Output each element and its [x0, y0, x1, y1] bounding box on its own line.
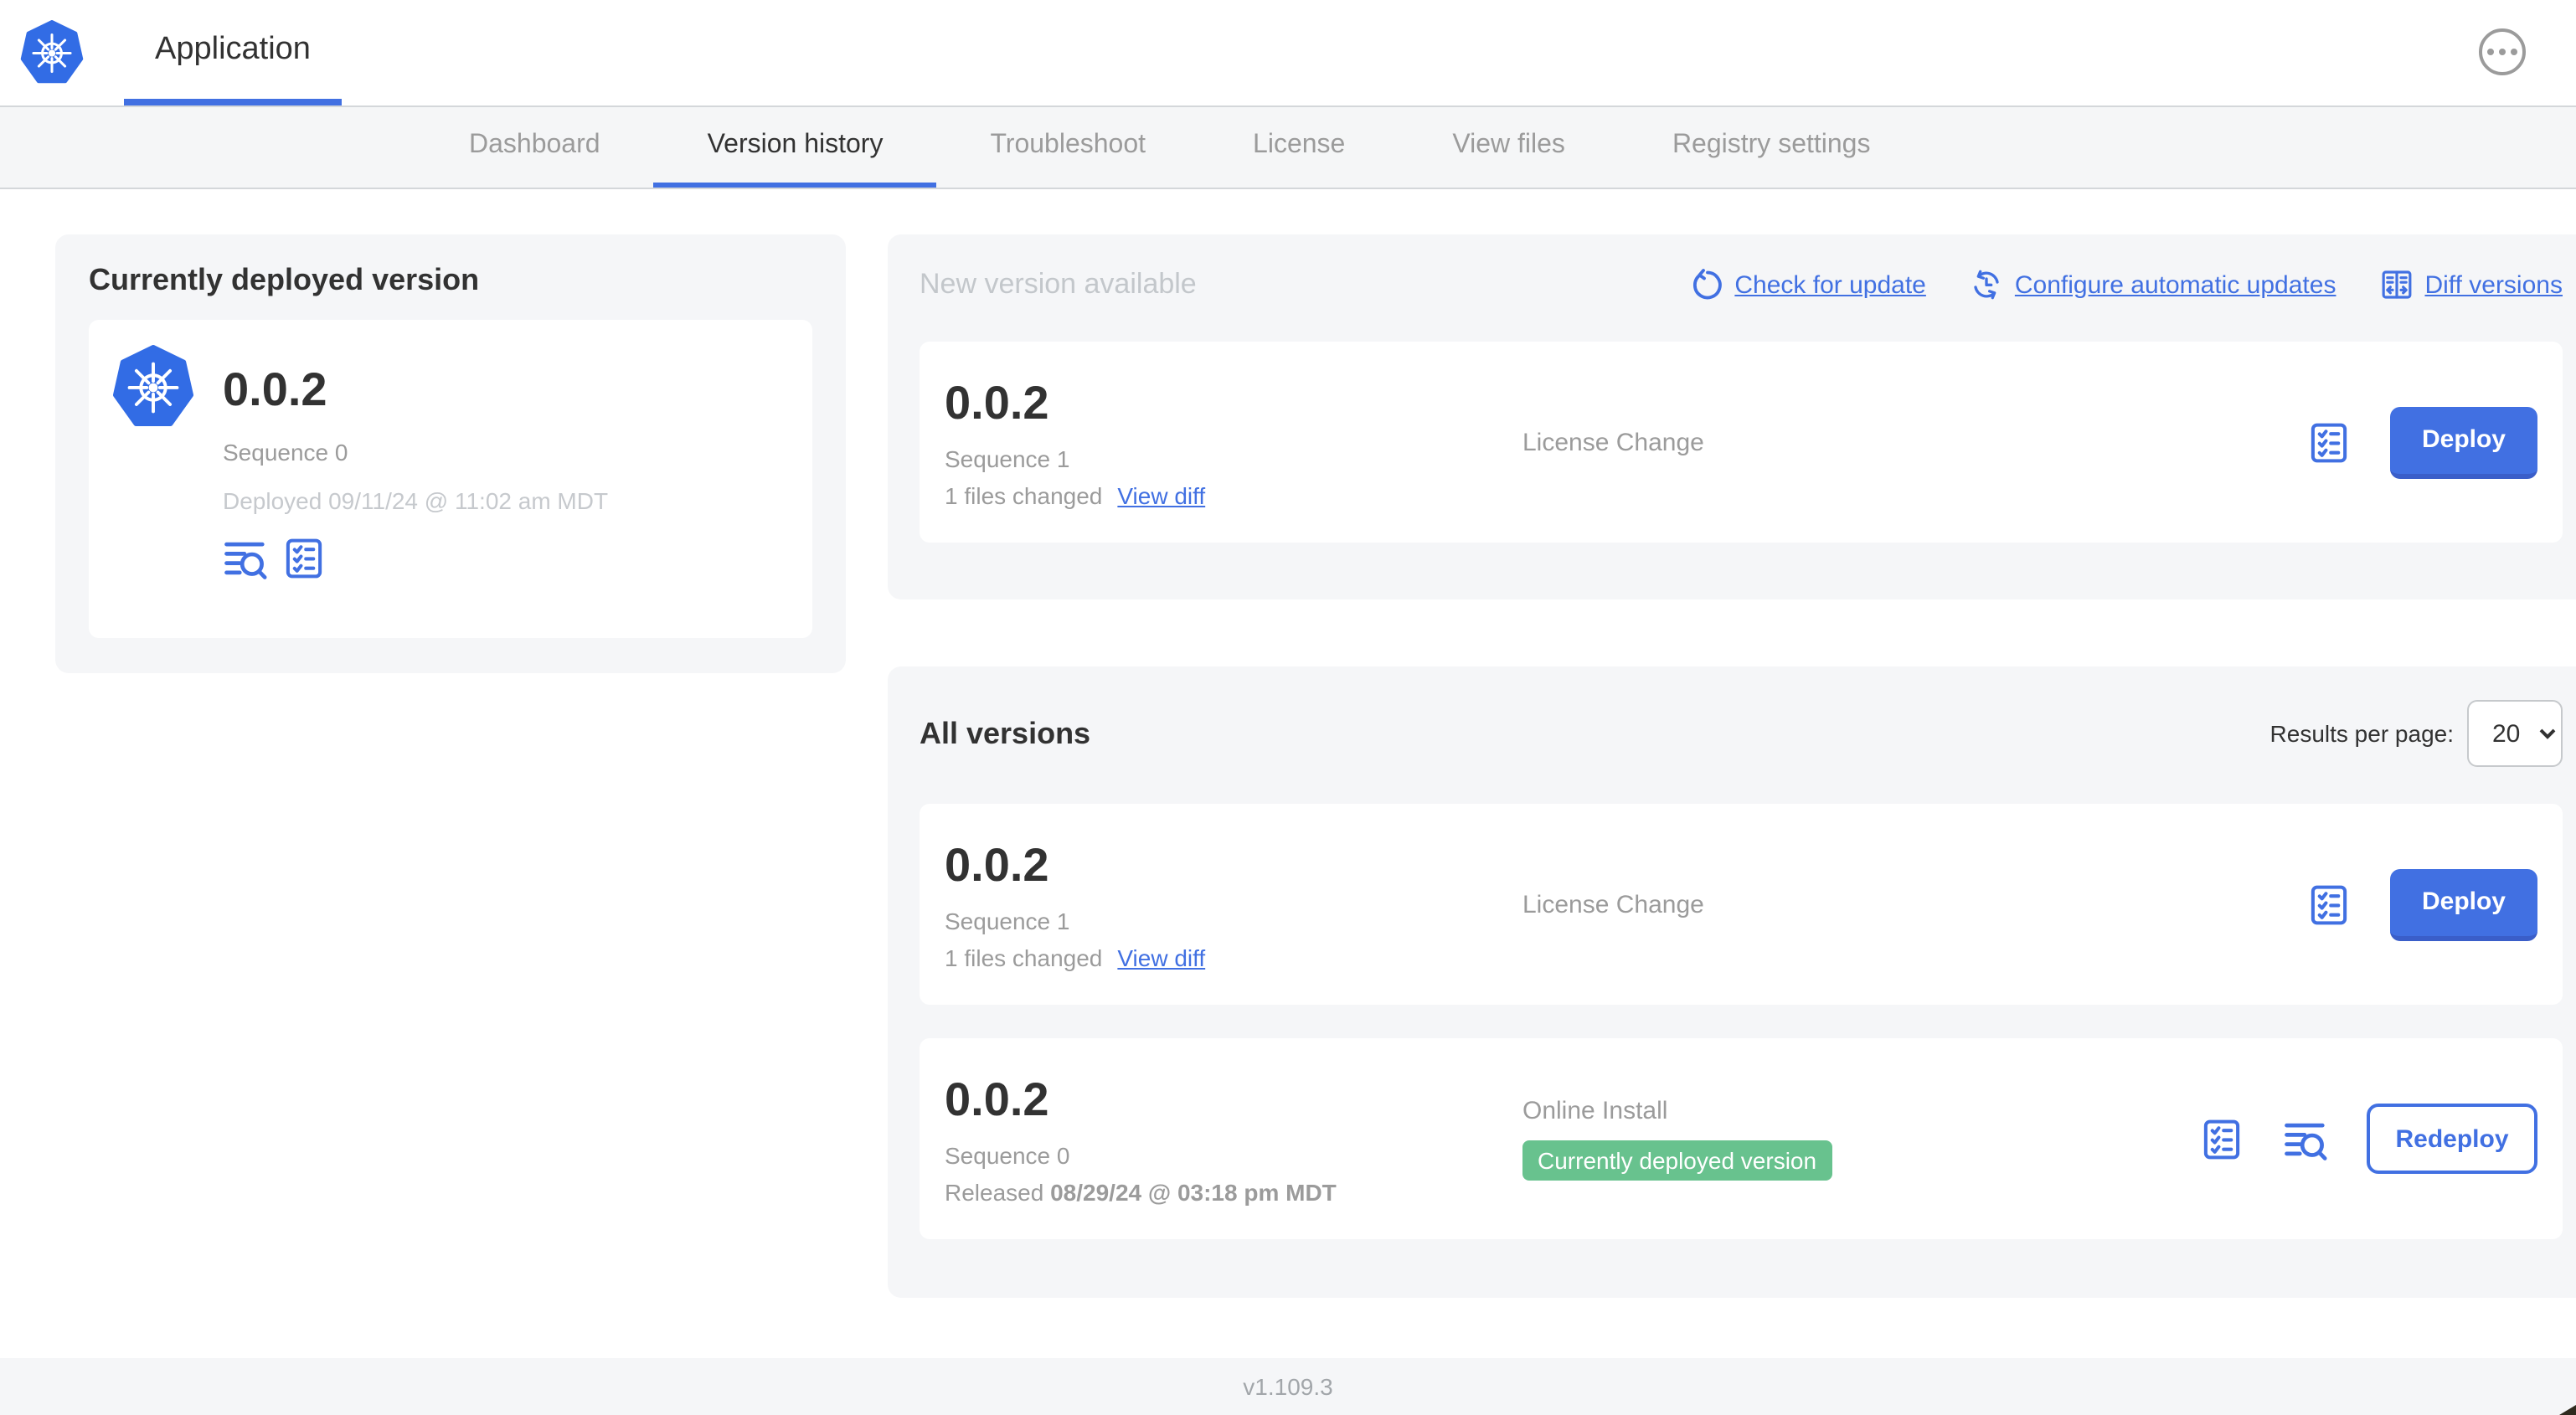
version-sequence: Sequence 1	[945, 445, 1070, 472]
tab-license[interactable]: License	[1199, 107, 1399, 188]
version-sequence: Sequence 0	[945, 1142, 1070, 1169]
new-version-panel: New version available Check for update C…	[888, 234, 2576, 599]
deployed-version-number: 0.0.2	[223, 363, 327, 415]
application-tab-label: Application	[155, 31, 311, 66]
results-per-page-label: Results per page:	[2269, 720, 2454, 747]
app-footer: v1.109.3	[0, 1358, 2576, 1415]
tab-dashboard[interactable]: Dashboard	[415, 107, 654, 188]
more-options-button[interactable]	[2479, 28, 2526, 75]
deploy-button[interactable]: Deploy	[2390, 406, 2537, 478]
deploy-logs-icon[interactable]	[223, 536, 268, 581]
preflight-checks-icon[interactable]	[281, 536, 327, 581]
tab-view-files[interactable]: View files	[1399, 107, 1619, 188]
deploy-button[interactable]: Deploy	[2390, 868, 2537, 940]
preflight-checks-icon[interactable]	[2306, 882, 2352, 927]
currently-deployed-card: 0.0.2 Sequence 0 Deployed 09/11/24 @ 11:…	[89, 320, 812, 638]
ellipsis-icon	[2487, 49, 2494, 55]
refresh-icon	[1689, 268, 1723, 301]
version-row: 0.0.2 Sequence 0 Released 08/29/24 @ 03:…	[920, 1038, 2563, 1239]
version-row: 0.0.2 Sequence 1 1 files changed View di…	[920, 804, 2563, 1005]
tab-application[interactable]: Application	[124, 0, 342, 105]
kubernetes-app-icon	[112, 345, 194, 427]
schedule-update-icon	[1970, 268, 2003, 301]
diff-versions-link[interactable]: Diff versions	[2379, 268, 2563, 301]
app-header: Application	[0, 0, 2576, 107]
main-content: Currently deployed version 0.0.2 Sequenc…	[0, 189, 2576, 1358]
released-timestamp: Released 08/29/24 @ 03:18 pm MDT	[945, 1179, 1337, 1206]
files-changed-text: 1 files changed	[945, 482, 1103, 509]
kots-admin-console: Application Dashboard Version history Tr…	[0, 0, 2576, 1415]
view-diff-link[interactable]: View diff	[1117, 482, 1205, 509]
new-version-card: 0.0.2 Sequence 1 1 files changed View di…	[920, 342, 2563, 543]
deployed-timestamp: Deployed 09/11/24 @ 11:02 am MDT	[223, 487, 609, 514]
version-source: License Change	[1522, 428, 1704, 456]
tab-version-history[interactable]: Version history	[653, 107, 937, 188]
version-number: 0.0.2	[945, 1073, 1049, 1125]
version-number: 0.0.2	[945, 377, 1049, 429]
version-number: 0.0.2	[945, 839, 1049, 891]
version-sequence: Sequence 1	[945, 908, 1070, 934]
preflight-checks-icon[interactable]	[2306, 419, 2352, 465]
tab-troubleshoot[interactable]: Troubleshoot	[936, 107, 1199, 188]
deploy-logs-icon[interactable]	[2283, 1116, 2328, 1161]
configure-automatic-updates-link[interactable]: Configure automatic updates	[1970, 268, 2336, 301]
version-source: License Change	[1522, 890, 1704, 918]
tab-registry-settings[interactable]: Registry settings	[1619, 107, 1924, 188]
currently-deployed-title: Currently deployed version	[89, 263, 480, 296]
version-source: Online Install	[1522, 1097, 1668, 1125]
new-version-title: New version available	[920, 268, 1197, 300]
currently-deployed-panel: Currently deployed version 0.0.2 Sequenc…	[55, 234, 846, 673]
check-for-update-link[interactable]: Check for update	[1689, 268, 1926, 301]
results-per-page-select[interactable]: 20	[2467, 700, 2563, 767]
all-versions-panel: All versions Results per page: 20 0.0.2 …	[888, 666, 2576, 1298]
files-changed-text: 1 files changed	[945, 944, 1103, 971]
console-version: v1.109.3	[1243, 1373, 1333, 1400]
all-versions-title: All versions	[920, 716, 1091, 749]
app-subnav: Dashboard Version history Troubleshoot L…	[0, 107, 2576, 189]
diff-icon	[2379, 268, 2413, 301]
redeploy-button[interactable]: Redeploy	[2367, 1104, 2537, 1174]
deployed-sequence: Sequence 0	[223, 439, 348, 466]
currently-deployed-badge: Currently deployed version	[1522, 1140, 1832, 1181]
kubernetes-logo-icon	[20, 20, 84, 84]
preflight-checks-icon[interactable]	[2199, 1116, 2244, 1161]
view-diff-link[interactable]: View diff	[1117, 944, 1205, 971]
